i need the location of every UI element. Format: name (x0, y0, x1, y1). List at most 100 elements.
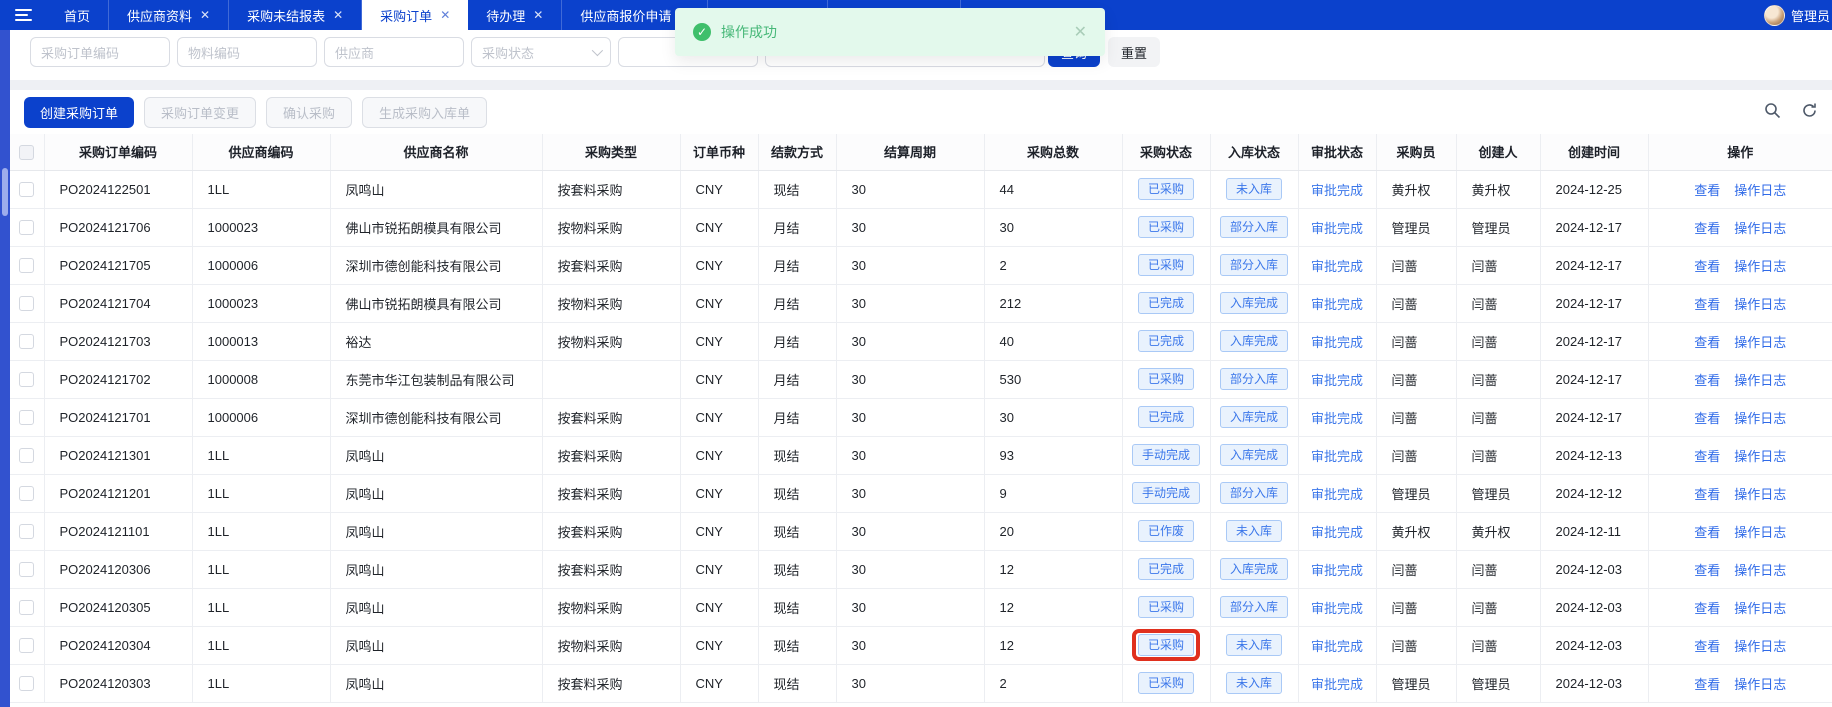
cell-_cb (10, 664, 45, 703)
view-link[interactable]: 查看 (1694, 411, 1720, 426)
view-link[interactable]: 查看 (1694, 449, 1720, 464)
view-link[interactable]: 查看 (1694, 297, 1720, 312)
row-checkbox[interactable] (19, 220, 35, 236)
cell-type: 按物料采购 (542, 588, 681, 627)
cell-buyer: 闫蔷 (1376, 626, 1457, 665)
operation-log-link[interactable]: 操作日志 (1734, 373, 1786, 388)
filter-input-物料编码[interactable]: 物料编码 (177, 37, 317, 67)
tab-close-icon[interactable]: ✕ (533, 9, 543, 21)
operation-log-link[interactable]: 操作日志 (1734, 601, 1786, 616)
cell-ops: 查看 操作日志 (1648, 626, 1832, 665)
view-link[interactable]: 查看 (1694, 487, 1720, 502)
cell-stock_status: 入库完成 (1210, 550, 1299, 589)
view-link[interactable]: 查看 (1694, 259, 1720, 274)
operation-log-link[interactable]: 操作日志 (1734, 639, 1786, 654)
change-po-button[interactable]: 采购订单变更 (144, 97, 257, 128)
refresh-icon[interactable] (1801, 102, 1818, 119)
cell-purchase_status: 已采购 (1122, 208, 1211, 247)
filter-input-采购订单编码[interactable]: 采购订单编码 (30, 37, 170, 67)
row-checkbox[interactable] (19, 296, 35, 312)
operation-log-link[interactable]: 操作日志 (1734, 677, 1786, 692)
cell-type: 按物料采购 (542, 322, 681, 361)
operation-log-link[interactable]: 操作日志 (1734, 183, 1786, 198)
row-checkbox[interactable] (19, 258, 35, 274)
user-box[interactable]: 管理员 (1763, 0, 1832, 30)
row-checkbox[interactable] (19, 410, 35, 426)
operation-log-link[interactable]: 操作日志 (1734, 297, 1786, 312)
reset-button[interactable]: 重置 (1108, 37, 1160, 67)
sidebar-scrollbar-thumb[interactable] (2, 168, 8, 216)
cell-ops: 查看 操作日志 (1648, 474, 1832, 513)
cell-qty: 20 (984, 512, 1123, 551)
select-all-checkbox[interactable] (19, 144, 35, 160)
cell-qty: 93 (984, 436, 1123, 475)
row-checkbox[interactable] (19, 182, 35, 198)
cell-ops: 查看 操作日志 (1648, 322, 1832, 361)
filter-input-供应商[interactable]: 供应商 (324, 37, 464, 67)
operation-log-link[interactable]: 操作日志 (1734, 411, 1786, 426)
operation-log-link[interactable]: 操作日志 (1734, 221, 1786, 236)
filter-select-采购状态[interactable]: 采购状态 (471, 37, 611, 67)
tab-close-icon[interactable]: ✕ (333, 9, 343, 21)
confirm-purchase-button[interactable]: 确认采购 (266, 97, 353, 128)
toast-close-icon[interactable]: ✕ (1074, 22, 1087, 42)
view-link[interactable]: 查看 (1694, 639, 1720, 654)
row-checkbox[interactable] (19, 638, 35, 654)
row-checkbox[interactable] (19, 524, 35, 540)
cell-supplier_code: 1LL (192, 512, 331, 551)
view-link[interactable]: 查看 (1694, 221, 1720, 236)
search-icon[interactable] (1764, 102, 1781, 119)
tab-待办理[interactable]: 待办理 ✕ (468, 0, 563, 30)
row-checkbox[interactable] (19, 676, 35, 692)
row-checkbox[interactable] (19, 600, 35, 616)
create-po-button[interactable]: 创建采购订单 (24, 97, 135, 128)
view-link[interactable]: 查看 (1694, 677, 1720, 692)
tab-close-icon[interactable]: ✕ (200, 9, 210, 21)
view-link[interactable]: 查看 (1694, 335, 1720, 350)
operation-log-link[interactable]: 操作日志 (1734, 335, 1786, 350)
row-checkbox[interactable] (19, 334, 35, 350)
cell-buyer: 闫蔷 (1376, 398, 1457, 437)
tab-close-icon[interactable]: ✕ (440, 9, 450, 21)
user-avatar (1763, 4, 1785, 26)
cell-supplier_name: 佛山市锐拓朗模具有限公司 (330, 208, 543, 247)
cell-qty: 30 (984, 398, 1123, 437)
row-checkbox[interactable] (19, 448, 35, 464)
operation-log-link[interactable]: 操作日志 (1734, 259, 1786, 274)
cell-cycle: 30 (836, 360, 985, 399)
approval-status-text: 审批完成 (1298, 474, 1377, 513)
cell-supplier_name: 凤鸣山 (330, 664, 543, 703)
operation-log-link[interactable]: 操作日志 (1734, 525, 1786, 540)
operation-log-link[interactable]: 操作日志 (1734, 449, 1786, 464)
table-row: PO2024121703 1000013 裕达 按物料采购 CNY 月结 30 40 已完成 入库… (10, 322, 1832, 361)
purchase-status-badge: 已采购 (1137, 177, 1194, 201)
view-link[interactable]: 查看 (1694, 183, 1720, 198)
row-checkbox[interactable] (19, 562, 35, 578)
cell-creator: 管理员 (1456, 208, 1541, 247)
column-header-采购总数: 采购总数 (984, 134, 1123, 171)
cell-qty: 12 (984, 626, 1123, 665)
success-toast: ✓ 操作成功 ✕ (675, 8, 1105, 56)
tab-采购未结报表[interactable]: 采购未结报表 ✕ (229, 0, 363, 30)
cell-supplier_code: 1000023 (192, 208, 331, 247)
cell-creator: 管理员 (1456, 474, 1541, 513)
view-link[interactable]: 查看 (1694, 373, 1720, 388)
tab-供应商资料[interactable]: 供应商资料 ✕ (109, 0, 230, 30)
row-checkbox[interactable] (19, 486, 35, 502)
cell-cycle: 30 (836, 588, 985, 627)
view-link[interactable]: 查看 (1694, 563, 1720, 578)
view-link[interactable]: 查看 (1694, 601, 1720, 616)
operation-log-link[interactable]: 操作日志 (1734, 563, 1786, 578)
cell-stock_status: 入库完成 (1210, 398, 1299, 437)
tab-首页[interactable]: 首页 (46, 0, 110, 30)
operation-log-link[interactable]: 操作日志 (1734, 487, 1786, 502)
approval-status-text: 审批完成 (1298, 550, 1377, 589)
row-checkbox[interactable] (19, 372, 35, 388)
stock-status-badge: 入库完成 (1219, 405, 1288, 429)
generate-inbound-button[interactable]: 生成采购入库单 (362, 97, 488, 128)
tab-采购订单[interactable]: 采购订单 ✕ (362, 0, 469, 30)
cell-_cb (10, 474, 45, 513)
view-link[interactable]: 查看 (1694, 525, 1720, 540)
cell-purchase_status: 已采购 (1122, 246, 1211, 285)
menu-toggle-button[interactable] (0, 0, 46, 30)
